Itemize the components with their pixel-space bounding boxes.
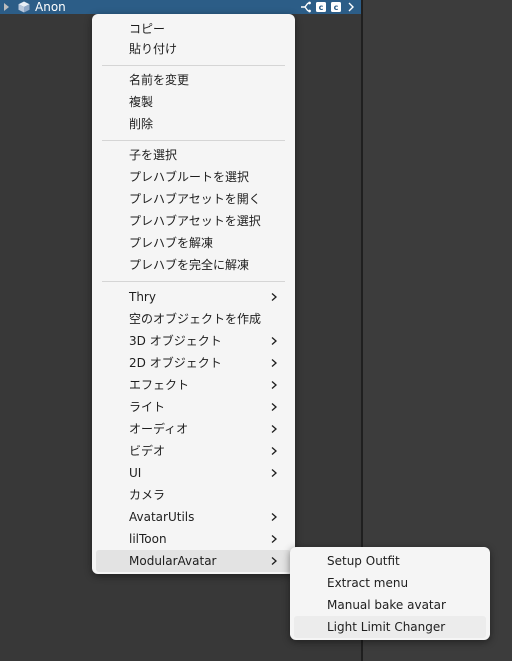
menu-item-light[interactable]: ライト — [96, 396, 291, 418]
submenu-item-label: Setup Outfit — [327, 554, 400, 568]
submenu-item-light-limit-changer[interactable]: Light Limit Changer — [294, 616, 486, 638]
svg-text:c: c — [319, 3, 324, 12]
menu-item-label: 3D オブジェクト — [129, 334, 222, 348]
submenu-item-label: Light Limit Changer — [327, 620, 446, 634]
branch-icon[interactable] — [300, 1, 312, 13]
menu-item-label: UI — [129, 466, 142, 480]
menu-item-duplicate[interactable]: 複製 — [96, 91, 291, 113]
object-name: Anon — [35, 0, 66, 14]
menu-item-select-children[interactable]: 子を選択 — [96, 144, 291, 166]
menu-item-rename[interactable]: 名前を変更 — [96, 69, 291, 91]
menu-item-2d-object[interactable]: 2D オブジェクト — [96, 352, 291, 374]
menu-item-avatarutils[interactable]: AvatarUtils — [96, 506, 291, 528]
chevron-right-icon — [271, 447, 277, 455]
menu-item-paste[interactable]: 貼り付け — [96, 38, 291, 60]
submenu-item-label: Extract menu — [327, 576, 409, 590]
menu-item-open-prefab-asset[interactable]: プレハブアセットを開く — [96, 188, 291, 210]
menu-item-label: プレハブアセットを開く — [129, 192, 261, 206]
menu-separator — [102, 65, 285, 66]
chevron-right-icon — [271, 403, 277, 411]
menu-item-label: 名前を変更 — [129, 73, 190, 87]
context-menu: コピー 貼り付け 名前を変更 複製 削除 子を選択 プレハブルートを選択 プレハ… — [92, 14, 295, 574]
menu-item-label: ライト — [129, 400, 166, 414]
menu-separator — [102, 281, 285, 282]
menu-item-label: コピー — [129, 22, 166, 36]
menu-item-unpack-prefab[interactable]: プレハブを解凍 — [96, 232, 291, 254]
chevron-right-icon — [271, 337, 277, 345]
prefab-cube-icon — [18, 1, 30, 13]
chevron-right-icon — [271, 359, 277, 367]
chevron-right-icon — [271, 425, 277, 433]
expand-arrow-icon[interactable] — [4, 3, 9, 11]
menu-item-copy[interactable]: コピー — [96, 18, 291, 40]
menu-item-ui[interactable]: UI — [96, 462, 291, 484]
chevron-right-icon[interactable] — [345, 1, 357, 13]
menu-item-label: 子を選択 — [129, 148, 178, 162]
chevron-right-icon — [271, 535, 277, 543]
row-icons: c c — [300, 0, 357, 14]
menu-item-label: 2D オブジェクト — [129, 356, 222, 370]
menu-item-label: Thry — [129, 290, 156, 304]
menu-item-label: プレハブを解凍 — [129, 236, 214, 250]
menu-item-3d-object[interactable]: 3D オブジェクト — [96, 330, 291, 352]
menu-separator — [102, 140, 285, 141]
menu-item-camera[interactable]: カメラ — [96, 484, 291, 506]
menu-item-label: ビデオ — [129, 444, 166, 458]
menu-item-label: AvatarUtils — [129, 510, 195, 524]
menu-item-label: プレハブルートを選択 — [129, 170, 250, 184]
menu-item-create-empty[interactable]: 空のオブジェクトを作成 — [96, 308, 291, 330]
menu-item-unpack-prefab-completely[interactable]: プレハブを完全に解凍 — [96, 254, 291, 276]
submenu-item-extract-menu[interactable]: Extract menu — [294, 572, 486, 594]
menu-item-label: オーディオ — [129, 422, 189, 436]
chevron-right-icon — [271, 293, 277, 301]
menu-item-liltoon[interactable]: lilToon — [96, 528, 291, 550]
menu-item-label: lilToon — [129, 532, 167, 546]
menu-item-label: プレハブを完全に解凍 — [129, 258, 250, 272]
menu-item-label: エフェクト — [129, 378, 190, 392]
menu-item-label: 複製 — [129, 95, 154, 109]
menu-item-modularavatar[interactable]: ModularAvatar — [96, 550, 291, 572]
menu-item-label: 空のオブジェクトを作成 — [129, 312, 262, 326]
component-icon[interactable]: c — [330, 1, 342, 13]
chevron-right-icon — [271, 469, 277, 477]
menu-item-video[interactable]: ビデオ — [96, 440, 291, 462]
chevron-right-icon — [271, 513, 277, 521]
chevron-right-icon — [271, 557, 277, 565]
menu-item-select-prefab-root[interactable]: プレハブルートを選択 — [96, 166, 291, 188]
submenu-item-label: Manual bake avatar — [327, 598, 446, 612]
menu-item-audio[interactable]: オーディオ — [96, 418, 291, 440]
menu-item-label: プレハブアセットを選択 — [129, 214, 261, 228]
menu-item-select-prefab-asset[interactable]: プレハブアセットを選択 — [96, 210, 291, 232]
menu-item-label: ModularAvatar — [129, 554, 217, 568]
menu-item-delete[interactable]: 削除 — [96, 113, 291, 135]
menu-item-thry[interactable]: Thry — [96, 286, 291, 308]
component-icon[interactable]: c — [315, 1, 327, 13]
chevron-right-icon — [271, 381, 277, 389]
modularavatar-submenu: Setup Outfit Extract menu Manual bake av… — [290, 547, 490, 640]
submenu-item-manual-bake-avatar[interactable]: Manual bake avatar — [294, 594, 486, 616]
menu-item-label: 削除 — [129, 117, 154, 131]
menu-item-effects[interactable]: エフェクト — [96, 374, 291, 396]
menu-item-label: カメラ — [129, 488, 166, 502]
submenu-item-setup-outfit[interactable]: Setup Outfit — [294, 550, 486, 572]
hierarchy-row-selected[interactable]: Anon c c — [0, 0, 361, 14]
svg-text:c: c — [334, 3, 339, 12]
menu-item-label: 貼り付け — [129, 42, 178, 56]
